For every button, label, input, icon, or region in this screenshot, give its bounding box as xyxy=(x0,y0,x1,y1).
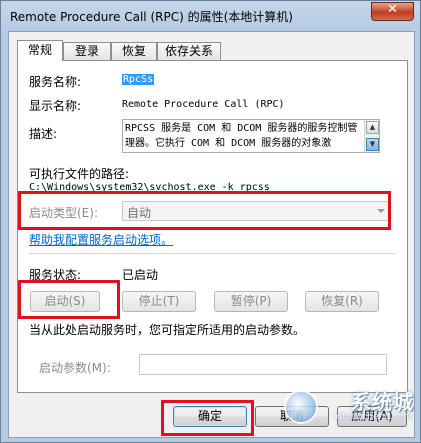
tab-dependencies[interactable]: 依存关系 xyxy=(157,42,221,60)
startup-help-link[interactable]: 帮助我配置服务启动选项。 xyxy=(29,231,173,248)
separator xyxy=(29,253,396,254)
description-box[interactable]: RPCSS 服务是 COM 和 DCOM 服务器的服务控制管理器。它执行 COM… xyxy=(122,119,380,153)
title-bar[interactable]: Remote Procedure Call (RPC) 的属性(本地计算机) ✕ xyxy=(1,1,420,31)
description-label: 描述: xyxy=(29,127,58,141)
scroll-up-icon[interactable]: ▲ xyxy=(366,121,379,134)
tab-general[interactable]: 常规 xyxy=(17,40,63,61)
close-icon: ✕ xyxy=(387,2,398,17)
watermark: 系统城 xitongcheng.com xyxy=(284,386,414,434)
highlight-ok-button xyxy=(161,400,254,436)
tab-logon[interactable]: 登录 xyxy=(63,42,111,60)
description-text: RPCSS 服务是 COM 和 DCOM 服务器的服务控制管理器。它执行 COM… xyxy=(125,123,358,149)
pause-button[interactable]: 暂停(P) xyxy=(214,291,288,312)
properties-window: Remote Procedure Call (RPC) 的属性(本地计算机) ✕… xyxy=(0,0,421,443)
exe-path-label: 可执行文件的路径: xyxy=(29,167,130,181)
start-params-label: 启动参数(M): xyxy=(39,361,111,375)
description-scrollbar[interactable]: ▲ ▼ xyxy=(364,120,379,152)
watermark-logo-icon xyxy=(284,390,318,424)
dialog-client: 常规 登录 恢复 依存关系 服务名称: RpcSs 显示名称: Remote P… xyxy=(8,31,415,438)
resume-button[interactable]: 恢复(R) xyxy=(305,291,379,312)
service-name-value[interactable]: RpcSs xyxy=(122,74,155,85)
watermark-subtext: xitongcheng.com xyxy=(334,412,412,422)
start-params-input[interactable] xyxy=(139,354,387,375)
tab-recovery[interactable]: 恢复 xyxy=(111,42,157,60)
highlight-start-button xyxy=(18,280,120,319)
stop-button[interactable]: 停止(T) xyxy=(122,291,196,312)
window-title: Remote Procedure Call (RPC) 的属性(本地计算机) xyxy=(10,10,293,24)
watermark-text: 系统城 xyxy=(351,390,414,414)
service-status-value: 已启动 xyxy=(122,268,159,282)
scroll-down-icon[interactable]: ▼ xyxy=(366,138,379,151)
close-button[interactable]: ✕ xyxy=(371,2,414,21)
start-params-hint: 当从此处启动服务时，您可指定所适用的启动参数。 xyxy=(29,323,306,337)
service-name-label: 服务名称: xyxy=(29,75,82,89)
highlight-startup-type xyxy=(18,191,391,230)
display-name-label: 显示名称: xyxy=(29,99,82,113)
display-name-value[interactable]: Remote Procedure Call (RPC) xyxy=(122,99,285,110)
